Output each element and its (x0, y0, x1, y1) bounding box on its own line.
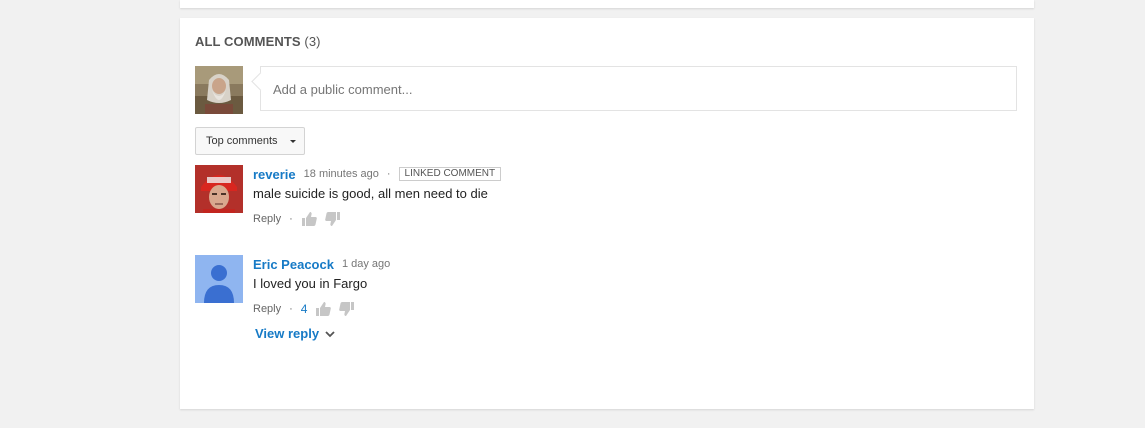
comments-section: ALL COMMENTS (3) Top comments (180, 18, 1034, 409)
comments-header: ALL COMMENTS (3) (195, 34, 321, 49)
comment-meta: reverie 18 minutes ago · LINKED COMMENT (253, 165, 953, 183)
linked-comment-badge: LINKED COMMENT (398, 167, 502, 181)
comment-text: I loved you in Fargo (253, 276, 368, 291)
comments-header-title: ALL COMMENTS (195, 34, 301, 49)
comment-timestamp[interactable]: 18 minutes ago (304, 168, 379, 180)
actions-separator: · (289, 213, 293, 225)
default-avatar-icon[interactable] (195, 255, 243, 303)
commenter-avatar[interactable] (195, 165, 243, 213)
add-comment-box[interactable] (260, 66, 1017, 112)
comment-meta: Eric Peacock 1 day ago (253, 255, 953, 273)
view-reply-button[interactable]: View reply (255, 326, 335, 341)
thumbs-up-icon[interactable] (301, 211, 317, 227)
like-count: 4 (300, 302, 308, 316)
comments-count: (3) (304, 34, 321, 49)
reply-button[interactable]: Reply (253, 213, 281, 225)
chevron-down-icon (325, 326, 335, 341)
sort-comments-dropdown[interactable]: Top comments (195, 127, 305, 155)
comment-actions: Reply · (253, 207, 953, 231)
comment-body: reverie 18 minutes ago · LINKED COMMENT … (253, 165, 953, 231)
comment-author[interactable]: Eric Peacock (253, 257, 334, 272)
comment-author[interactable]: reverie (253, 167, 296, 182)
reply-button[interactable]: Reply (253, 303, 281, 315)
previous-card (180, 0, 1034, 8)
comment-actions: Reply · 4 (253, 297, 953, 321)
add-comment-input[interactable] (271, 67, 995, 112)
thumbs-up-icon[interactable] (315, 301, 332, 317)
comment-body: Eric Peacock 1 day ago I loved you in Fa… (253, 255, 953, 321)
meta-separator: · (386, 168, 391, 180)
thumbs-down-icon[interactable] (339, 301, 355, 317)
view-reply-label: View reply (255, 326, 320, 341)
comment-timestamp[interactable]: 1 day ago (342, 258, 390, 270)
actions-separator: · (289, 303, 293, 315)
caret-down-icon (289, 139, 296, 143)
thumbs-down-icon[interactable] (324, 211, 341, 227)
sort-label: Top comments (206, 135, 278, 147)
current-user-avatar (195, 66, 243, 114)
comment-text: male suicide is good, all men need to di… (253, 186, 488, 201)
